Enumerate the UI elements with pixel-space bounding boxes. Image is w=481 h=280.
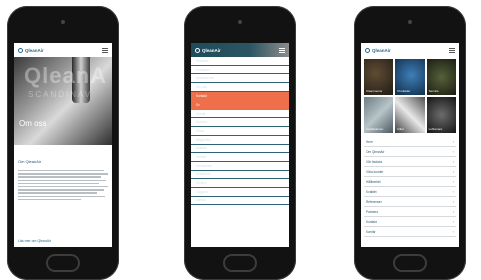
tile-label: Produkter — [397, 89, 411, 93]
list-item-label: Om QleanAir — [366, 149, 385, 154]
chevron-right-icon: › — [452, 169, 454, 174]
speaker — [408, 20, 412, 24]
menu-item-active[interactable]: Kontakt Sv — [191, 91, 289, 110]
logo-text: QleanAir — [202, 47, 221, 53]
list-item[interactable]: Vår historia › — [364, 157, 456, 167]
image-tile[interactable]: Filter — [395, 97, 425, 133]
menu-item[interactable]: Kvalitet — [191, 145, 289, 154]
chevron-right-icon: › — [452, 159, 454, 164]
body-text — [14, 170, 112, 201]
read-more-link[interactable]: Läs mer om QleanAir — [18, 239, 51, 243]
list-item[interactable]: Om QleanAir › — [364, 147, 456, 157]
list-item[interactable]: Hållbarhet › — [364, 177, 456, 187]
image-grid: Cleanrooms Produkter Service Applikation… — [361, 57, 459, 135]
tile-label: Luftrenare — [428, 127, 443, 131]
image-tile[interactable]: Service — [426, 59, 456, 95]
page-title: Om oss — [19, 119, 47, 128]
screen-overview: QleanAir Cleanrooms Produkter Service Ap… — [361, 43, 459, 247]
chevron-right-icon: › — [452, 149, 454, 154]
home-button[interactable] — [223, 254, 257, 272]
image-tile[interactable]: Produkter — [395, 59, 425, 95]
chevron-right-icon: › — [452, 209, 454, 214]
speaker — [238, 20, 242, 24]
active-label: Kontakt — [196, 94, 207, 99]
list-item[interactable]: Partners › — [364, 207, 456, 217]
chevron-right-icon: › — [452, 179, 454, 184]
list-item-label: Partners — [366, 209, 379, 214]
hero-banner: QleanA SCANDINAV Om oss — [14, 57, 112, 145]
list-item-label: Kontakt — [366, 219, 377, 224]
home-button[interactable] — [393, 254, 427, 272]
tile-label: Applikationer — [366, 127, 384, 131]
logo[interactable]: QleanAir — [365, 47, 391, 53]
tile-label: Filter — [397, 127, 404, 131]
image-tile[interactable]: Luftrenare — [426, 97, 456, 133]
home-button[interactable] — [46, 254, 80, 272]
list-item-label: Referenser — [366, 199, 382, 204]
tile-label: Service — [428, 89, 439, 93]
menu-item[interactable]: Miljöpolicy — [191, 136, 289, 145]
list-item-label: Hållbarhet — [366, 179, 381, 184]
logo-icon — [18, 47, 23, 53]
menu-item[interactable]: Press — [191, 127, 289, 136]
list-item[interactable]: Våra kunder › — [364, 167, 456, 177]
screen-about: QleanAir QleanA SCANDINAV Om oss Om Qlea… — [14, 43, 112, 247]
menu-item[interactable]: Service — [191, 179, 289, 188]
list-item-label: Våra kunder — [366, 169, 384, 174]
chevron-right-icon: › — [452, 139, 454, 144]
menu-item[interactable]: Om oss — [191, 83, 289, 92]
speaker — [61, 20, 65, 24]
menu-item[interactable]: Länkar — [191, 197, 289, 206]
logo-text: QleanAir — [372, 47, 391, 53]
chevron-right-icon: › — [452, 199, 454, 204]
list-item-label: Hem — [366, 139, 373, 144]
chevron-right-icon: › — [452, 219, 454, 224]
list-item-label: Karriär — [366, 229, 376, 234]
logo[interactable]: QleanAir — [195, 47, 221, 53]
menu-item[interactable]: Produkter — [191, 66, 289, 75]
phone-about: QleanAir QleanA SCANDINAV Om oss Om Qlea… — [7, 6, 119, 280]
list-item[interactable]: Hem › — [364, 137, 456, 147]
tile-label: Cleanrooms — [366, 89, 383, 93]
menu-item[interactable]: Startsida — [191, 57, 289, 66]
screen-menu: QleanAir Startsida Produkter Applikation… — [191, 43, 289, 247]
phone-overview: QleanAir Cleanrooms Produkter Service Ap… — [354, 6, 466, 280]
menu-item[interactable]: Partner — [191, 153, 289, 162]
image-tile[interactable]: Applikationer — [364, 97, 394, 133]
menu-item[interactable]: Applikationer — [191, 74, 289, 84]
menu-item[interactable]: Nyheter — [191, 118, 289, 128]
image-tile[interactable]: Cleanrooms — [364, 59, 394, 95]
active-sub-label: Sv — [196, 103, 200, 108]
hamburger-icon[interactable] — [102, 47, 108, 53]
logo-icon — [195, 47, 200, 53]
logo-text: QleanAir — [25, 47, 44, 53]
list-item-label: Vår historia — [366, 159, 383, 164]
menu-item[interactable]: Logga in — [191, 188, 289, 197]
menu-item[interactable]: Dokument — [191, 171, 289, 180]
list-item[interactable]: Kvalitet › — [364, 187, 456, 197]
close-menu-icon[interactable] — [279, 47, 285, 53]
hero-brand: QleanA — [24, 63, 108, 88]
hamburger-icon[interactable] — [449, 47, 455, 53]
chevron-right-icon: › — [452, 189, 454, 194]
list-item[interactable]: Kontakt › — [364, 217, 456, 227]
logo-icon — [365, 47, 370, 53]
menu-item[interactable]: Karriär — [191, 110, 289, 119]
logo[interactable]: QleanAir — [18, 47, 44, 53]
section-title: Om QleanAir — [18, 159, 42, 164]
phone-menu: QleanAir Startsida Produkter Applikation… — [184, 6, 296, 280]
list-item-label: Kvalitet — [366, 189, 377, 194]
list-item[interactable]: Referenser › — [364, 197, 456, 207]
header: QleanAir — [191, 43, 289, 57]
list-item[interactable]: Karriär › — [364, 227, 456, 237]
header: QleanAir — [14, 43, 112, 57]
menu-item[interactable]: Investerare — [191, 162, 289, 171]
hero-brand-sub: SCANDINAV — [28, 90, 93, 99]
header: QleanAir — [361, 43, 459, 57]
link-list: Hem › Om QleanAir › Vår historia › Våra kun… — [361, 135, 459, 237]
chevron-right-icon: › — [452, 229, 454, 234]
